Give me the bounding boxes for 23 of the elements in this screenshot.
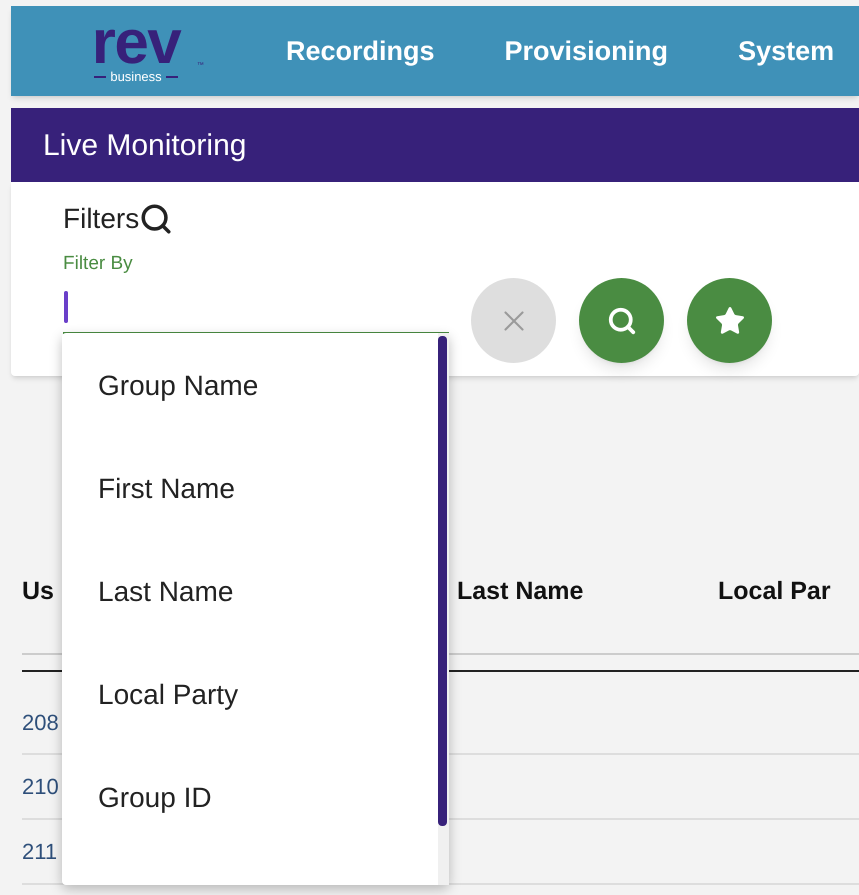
text-cursor <box>64 290 68 322</box>
filters-heading: Filters <box>63 202 140 236</box>
dropdown-option[interactable]: Group ID <box>62 763 438 866</box>
logo-wordmark: rev <box>92 17 180 69</box>
dropdown-option[interactable]: Local Party <box>62 660 438 763</box>
search-icon <box>606 306 636 336</box>
user-link[interactable]: 210 <box>22 770 59 803</box>
dropdown-option[interactable]: Last Name <box>62 557 438 660</box>
search-icon <box>139 202 174 236</box>
column-header: Local Par <box>718 576 831 606</box>
nav-link[interactable]: Recordings <box>286 30 435 72</box>
dropdown-option[interactable]: First Name <box>62 454 438 557</box>
user-link[interactable]: 208 <box>22 706 59 739</box>
dropdown-option[interactable]: Group Name <box>62 351 438 454</box>
nav-link[interactable]: Provisioning <box>504 30 668 72</box>
user-link[interactable]: 211 <box>22 835 58 868</box>
column-header: Us <box>22 576 54 606</box>
nav-link[interactable]: System <box>738 30 834 72</box>
logo-tagline: business <box>110 69 162 85</box>
column-header: Last Name <box>457 576 584 606</box>
scrollbar-thumb[interactable] <box>438 336 447 826</box>
star-icon <box>714 304 746 336</box>
page-title: Live Monitoring <box>43 128 246 164</box>
